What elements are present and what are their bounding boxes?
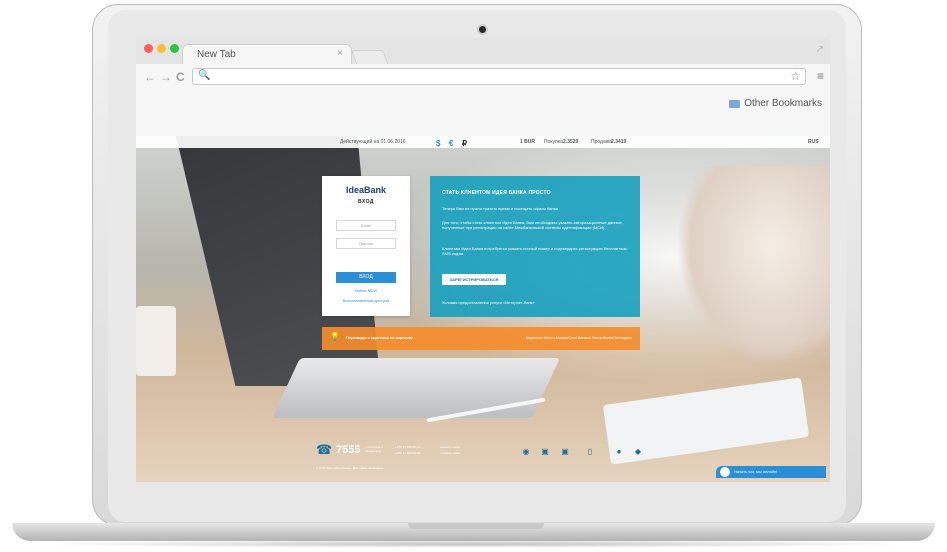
rates-strip: Действующий на 01.06.2016 $ € ₽ 1 BUR По… [136, 136, 830, 148]
phone-2-note: единый номер [440, 445, 461, 449]
bookmarks-bar: Other Bookmarks [136, 90, 830, 137]
minimize-window-button[interactable] [157, 44, 166, 53]
register-button[interactable]: ЗАРЕГИСТРИРОВАТЬСЯ [442, 274, 506, 285]
login-form: IdeaBank ВХОД Логин Пароль ВХОД Войти МС… [322, 176, 410, 316]
skype-icon[interactable]: ◉ [521, 447, 531, 457]
phone-number-3: +375 17 306-55-16 [395, 451, 421, 455]
reload-icon[interactable]: C [176, 70, 185, 84]
card-transfer-title: Переводы с карточки на карточку [346, 335, 413, 340]
login-title: ВХОД [357, 199, 374, 205]
background-person [676, 166, 830, 366]
currency-rub[interactable]: ₽ [462, 139, 467, 148]
facebook-icon[interactable]: ▣ [560, 447, 570, 457]
language-select[interactable]: RUS [808, 139, 819, 145]
background-keyboard [272, 358, 560, 418]
phone-3-note: телефон-факс [440, 451, 461, 455]
zoom-window-button[interactable] [170, 44, 179, 53]
browser-menu-icon[interactable]: ≡ [817, 69, 824, 83]
sell-label: Продажа [591, 139, 612, 145]
register-promo: СТАТЬ КЛИЕНТОМ ИДЕЯ БАНКА ПРОСТО Теперь … [430, 176, 640, 317]
buy-label: Покупка [544, 139, 563, 145]
currency-code: 1 BUR [520, 139, 536, 145]
android-icon[interactable]: ◆ [633, 447, 643, 457]
currency-usd[interactable]: $ [436, 139, 440, 148]
phone-note: с мобильных операторов [365, 445, 384, 453]
close-window-button[interactable] [144, 44, 153, 53]
other-bookmarks-label: Other Bookmarks [744, 98, 822, 109]
card-transfer-banner[interactable]: 💡 Переводы с карточки на карточку Карточ… [322, 327, 640, 350]
browser-tab-bar: New Tab × ↗ [136, 38, 830, 66]
search-icon: 🔍 [198, 70, 211, 81]
other-bookmarks[interactable]: Other Bookmarks [729, 98, 822, 109]
laptop-screen: New Tab × ↗ ← → C 🔍 ☆ ≡ Other Bookmarks … [136, 38, 830, 482]
back-icon[interactable]: ← [144, 70, 156, 84]
copyright: © 2016 ЗАО «Идея Банк». Все права защище… [316, 466, 384, 470]
tab-close-icon[interactable]: × [337, 48, 343, 59]
promo-text-2: Для того, чтобы стать клиентом Идея Банк… [442, 220, 623, 230]
idea-bank-logo: IdeaBank [345, 185, 387, 195]
fullscreen-icon[interactable]: ↗ [816, 44, 824, 55]
currency-eur[interactable]: € [449, 139, 453, 148]
web-page: Действующий на 01.06.2016 $ € ₽ 1 BUR По… [136, 136, 830, 482]
background-cup [136, 306, 176, 376]
folder-icon [729, 99, 741, 108]
window-controls [144, 44, 179, 53]
sell-value: 2.3410 [611, 139, 627, 145]
lightbulb-icon: 💡 [330, 332, 340, 341]
restore-access-link[interactable]: Восстановление доступа [322, 298, 410, 303]
card-transfer-note: Карточки Visa и MasterCard банков Респуб… [525, 335, 632, 340]
camera-icon [479, 26, 486, 33]
phone-number-2: +375 17 306-55-14 [395, 445, 421, 449]
password-field[interactable]: Пароль [336, 238, 396, 249]
short-phone-number: 7555 [336, 444, 361, 456]
laptop-shadow [30, 540, 917, 548]
phone-icon: ☎ [316, 442, 333, 457]
address-bar[interactable]: 🔍 ☆ [192, 68, 806, 85]
chat-label: Начать чат, мы онлайн! [734, 469, 778, 474]
browser-tab[interactable]: New Tab × [182, 44, 352, 64]
laptop-notch [408, 523, 544, 529]
login-button[interactable]: ВХОД [336, 272, 396, 283]
vk-icon[interactable]: ▣ [540, 447, 550, 457]
forward-icon[interactable]: → [160, 70, 172, 84]
promo-text-1: Теперь Вам не нужно тратить время и посе… [442, 206, 558, 211]
browser-toolbar: ← → C 🔍 ☆ ≡ [136, 64, 830, 90]
msi-login-link[interactable]: Войти МСИ [322, 288, 410, 293]
mobile-app-icon[interactable]: ▯ [585, 447, 595, 457]
bookmark-star-icon[interactable]: ☆ [790, 69, 801, 83]
tab-title: New Tab [197, 49, 236, 60]
chat-icon [720, 467, 730, 477]
apple-icon[interactable]: ● [614, 447, 624, 457]
buy-value: 2.3520 [563, 139, 579, 145]
terms-link[interactable]: Условия предоставления услуги «Интернет-… [442, 300, 628, 305]
rates-date: Действующий на 01.06.2016 [340, 139, 406, 145]
login-field[interactable]: Логин [336, 220, 396, 231]
promo-text-3: Клиентам Идея Банка потребуется указать … [442, 246, 627, 256]
promo-title: СТАТЬ КЛИЕНТОМ ИДЕЯ БАНКА ПРОСТО [442, 190, 551, 196]
chat-button[interactable]: Начать чат, мы онлайн! [716, 466, 826, 478]
